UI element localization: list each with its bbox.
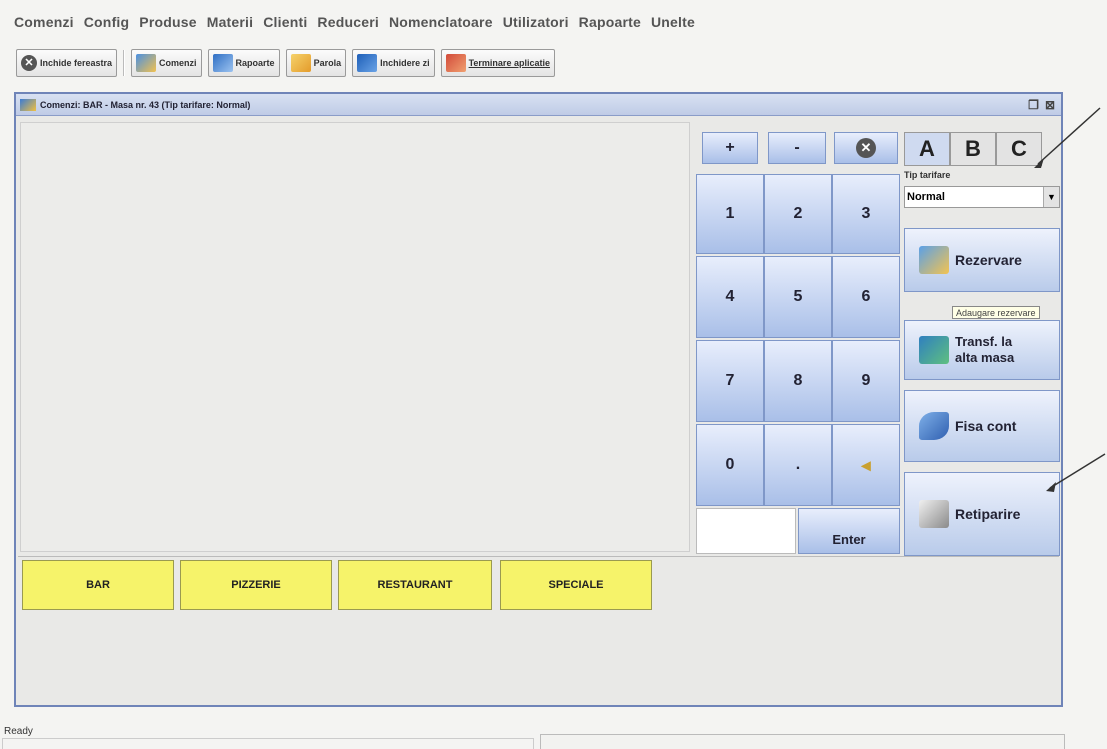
digit-1-key[interactable]: 1 <box>696 174 764 254</box>
digit-6-key[interactable]: 6 <box>832 256 900 338</box>
orders-button[interactable]: Comenzi <box>131 49 202 77</box>
menu-reduceri[interactable]: Reduceri <box>317 14 379 36</box>
minus-key[interactable]: - <box>768 132 826 164</box>
tarif-value: Normal <box>907 191 945 203</box>
backspace-icon: ◂ <box>861 454 871 475</box>
close-window-label: Inchide fereastra <box>40 58 113 68</box>
chevron-down-icon[interactable]: ▼ <box>1043 187 1059 207</box>
transfer-label-line1: Transf. la <box>955 334 1013 349</box>
reports-label: Rapoarte <box>235 58 275 68</box>
transfer-icon <box>919 336 949 364</box>
tab-c[interactable]: C <box>996 132 1042 166</box>
status-panel-right <box>540 734 1065 749</box>
reports-icon <box>212 54 233 72</box>
clear-circle-icon: ✕ <box>856 138 876 158</box>
tab-b[interactable]: B <box>950 132 996 166</box>
menu-config[interactable]: Config <box>84 14 130 36</box>
exit-app-label: Terminare aplicatie <box>468 58 550 68</box>
reprint-button[interactable]: Retiparire <box>904 472 1060 556</box>
backspace-key[interactable]: ◂ <box>832 424 900 506</box>
reports-button[interactable]: Rapoarte <box>207 49 280 77</box>
digit-8-key[interactable]: 8 <box>764 340 832 422</box>
digit-5-key[interactable]: 5 <box>764 256 832 338</box>
printer-icon <box>919 500 949 528</box>
password-button[interactable]: Parola <box>285 49 347 77</box>
transfer-label-line2: alta masa <box>955 350 1015 365</box>
menu-nomenclatoare[interactable]: Nomenclatoare <box>389 14 493 36</box>
category-divider <box>18 556 1059 557</box>
order-window: Comenzi: BAR - Masa nr. 43 (Tip tarifare… <box>14 92 1063 707</box>
toolbar: ✕ Inchide fereastra Comenzi Rapoarte Par… <box>16 48 1061 78</box>
digit-2-key[interactable]: 2 <box>764 174 832 254</box>
password-label: Parola <box>313 58 342 68</box>
exit-icon <box>445 54 466 72</box>
clear-key[interactable]: ✕ <box>834 132 898 164</box>
toolbar-separator <box>123 50 126 76</box>
window-titlebar: Comenzi: BAR - Masa nr. 43 (Tip tarifare… <box>16 94 1061 116</box>
category-bar-button[interactable]: BAR <box>22 560 174 610</box>
menu-materii[interactable]: Materii <box>207 14 254 36</box>
tab-a[interactable]: A <box>904 132 950 166</box>
book-icon <box>919 412 949 440</box>
key-icon <box>290 54 311 72</box>
orders-icon <box>136 54 157 72</box>
window-app-icon <box>20 98 36 111</box>
menu-utilizatori[interactable]: Utilizatori <box>503 14 569 36</box>
close-window-button[interactable]: ✕ Inchide fereastra <box>16 49 118 77</box>
transfer-label: Transf. la alta masa <box>955 334 1014 366</box>
transfer-table-button[interactable]: Transf. la alta masa <box>904 320 1060 380</box>
status-panel-left <box>2 738 534 749</box>
close-day-icon <box>357 54 378 72</box>
menu-comenzi[interactable]: Comenzi <box>14 14 74 36</box>
orders-label: Comenzi <box>159 58 197 68</box>
account-sheet-button[interactable]: Fisa cont <box>904 390 1060 462</box>
reservation-label: Rezervare <box>955 252 1022 268</box>
calendar-icon <box>919 246 949 274</box>
reprint-label: Retiparire <box>955 506 1021 522</box>
window-title: Comenzi: BAR - Masa nr. 43 (Tip tarifare… <box>40 99 251 110</box>
plus-key[interactable]: + <box>702 132 758 164</box>
menu-produse[interactable]: Produse <box>139 14 196 36</box>
close-circle-icon: ✕ <box>21 55 37 71</box>
dot-key[interactable]: . <box>764 424 832 506</box>
restore-icon[interactable]: ❐ <box>1028 98 1039 112</box>
enter-key[interactable]: Enter <box>798 508 900 554</box>
menu-unelte[interactable]: Unelte <box>651 14 695 36</box>
tarif-select[interactable]: Normal ▼ <box>904 186 1060 208</box>
digit-3-key[interactable]: 3 <box>832 174 900 254</box>
account-sheet-label: Fisa cont <box>955 418 1017 434</box>
close-day-button[interactable]: Inchidere zi <box>352 49 435 77</box>
exit-app-button[interactable]: Terminare aplicatie <box>440 49 555 77</box>
category-speciale-button[interactable]: SPECIALE <box>500 560 652 610</box>
menu-bar: Comenzi Config Produse Materii Clienti R… <box>14 14 705 36</box>
menu-clienti[interactable]: Clienti <box>263 14 307 36</box>
add-reservation-tooltip: Adaugare rezervare <box>952 306 1040 319</box>
order-list-area[interactable] <box>20 122 690 552</box>
status-text: Ready <box>4 726 33 737</box>
digit-7-key[interactable]: 7 <box>696 340 764 422</box>
digit-0-key[interactable]: 0 <box>696 424 764 506</box>
digit-9-key[interactable]: 9 <box>832 340 900 422</box>
menu-rapoarte[interactable]: Rapoarte <box>579 14 641 36</box>
quantity-input[interactable] <box>696 508 796 554</box>
reservation-button[interactable]: Rezervare <box>904 228 1060 292</box>
close-icon[interactable]: ⊠ <box>1045 98 1055 112</box>
category-restaurant-button[interactable]: RESTAURANT <box>338 560 492 610</box>
category-pizzerie-button[interactable]: PIZZERIE <box>180 560 332 610</box>
tarif-label: Tip tarifare <box>904 170 951 180</box>
window-controls: ❐ ⊠ <box>1028 98 1055 112</box>
digit-4-key[interactable]: 4 <box>696 256 764 338</box>
close-day-label: Inchidere zi <box>380 58 430 68</box>
